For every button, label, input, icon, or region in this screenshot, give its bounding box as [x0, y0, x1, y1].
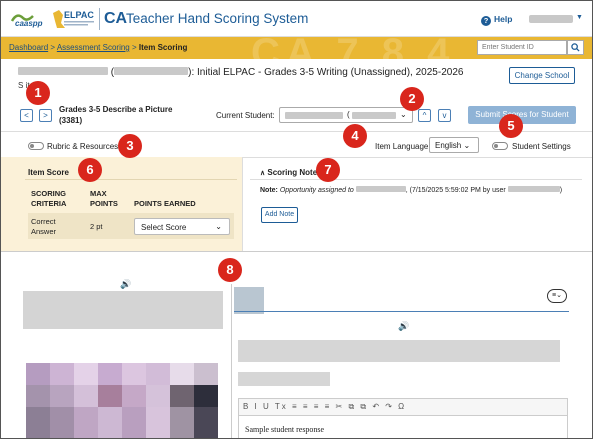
chevron-down-icon: ⌄ [463, 141, 471, 150]
current-student-select[interactable]: ( ⌄ [279, 107, 413, 123]
divider [234, 311, 569, 312]
breadcrumb-assessment-scoring[interactable]: Assessment Scoring [57, 43, 130, 52]
score-select[interactable]: Select Score ⌄ [134, 218, 230, 235]
redacted-student-name [285, 112, 343, 119]
svg-text:caaspp: caaspp [15, 19, 43, 28]
criteria-cell: Correct Answer [31, 217, 57, 236]
breadcrumb-dashboard[interactable]: Dashboard [9, 43, 48, 52]
rubric-toggle[interactable] [28, 142, 44, 150]
add-note-button[interactable]: Add Note [261, 207, 298, 223]
test-title: ): Initial ELPAC - Grades 3-5 Writing (U… [188, 67, 464, 78]
previous-student-button[interactable]: ^ [418, 109, 431, 122]
item-name: Grades 3-5 Describe a Picture (3381) [59, 104, 172, 126]
redacted-question-text [238, 340, 560, 362]
student-select-paren: ( [347, 110, 350, 119]
breadcrumb-separator: > [131, 43, 137, 52]
callout-2: 2 [400, 87, 424, 111]
note-text: Opportunity assigned to [279, 187, 354, 194]
note-close-paren: ) [559, 187, 563, 194]
prompt-picture [26, 363, 218, 438]
caaspp-logo: caaspp [10, 14, 43, 28]
response-editor[interactable]: Sample student response [238, 416, 568, 438]
rubric-label: Rubric & Resources [47, 142, 119, 151]
chevron-up-icon: ∧ [260, 170, 266, 177]
item-language-label: Item Language: [375, 142, 431, 151]
callout-7: 7 [316, 158, 340, 182]
student-settings-toggle[interactable] [492, 142, 508, 150]
redacted-prompt-text [23, 291, 223, 329]
col-header-points-earned: POINTS EARNED [134, 199, 196, 208]
chevron-down-icon: ⌄ [400, 110, 407, 119]
chevron-down-icon[interactable]: ▼ [576, 14, 583, 21]
list-icon[interactable]: ≡⌄ [547, 289, 567, 303]
callout-8: 8 [218, 258, 242, 282]
breadcrumb-separator: > [50, 43, 56, 52]
elpac-logo: ELPAC [53, 10, 94, 28]
logo-divider [99, 8, 100, 30]
item-language-value: English [435, 141, 462, 150]
pane-divider[interactable] [231, 284, 232, 438]
note-prefix: Note: [260, 187, 278, 194]
student-test-heading: (): Initial ELPAC - Grades 3-5 Writing (… [18, 67, 463, 78]
speaker-icon[interactable]: 🔊 [120, 279, 131, 290]
col-header-criteria: SCORING CRITERIA [31, 189, 67, 208]
item-score-title: Item Score [28, 168, 69, 177]
redacted-avatar [234, 287, 264, 314]
breadcrumb: Dashboard > Assessment Scoring > Item Sc… [9, 43, 187, 52]
breadcrumb-current: Item Scoring [138, 43, 188, 52]
help-link[interactable]: ? Help [481, 14, 512, 26]
student-id-search-input[interactable] [477, 40, 567, 55]
svg-text:ELPAC: ELPAC [64, 10, 94, 20]
help-label: Help [494, 14, 513, 24]
search-button[interactable] [567, 40, 584, 55]
app-window: caaspp ELPAC CA Teacher Hand Scoring Sys… [0, 0, 593, 439]
note-timestamp: , (7/15/2025 5:59:02 PM by user [405, 187, 506, 194]
editor-toolbar[interactable]: B I U Tx ≡ ≡ ≡ ≡ ✂ ⧉ ⧉ ↶ ↷ Ω [238, 398, 568, 416]
scoring-notes-label: Scoring Notes [267, 168, 322, 177]
chevron-down-icon: ⌄ [215, 222, 222, 231]
redacted-student-id [352, 112, 396, 119]
redacted-student-id [114, 67, 189, 75]
item-id: (3381) [59, 116, 83, 125]
item-title: Grades 3-5 Describe a Picture [59, 105, 173, 114]
col-header-max-points: MAX POINTS [90, 189, 118, 208]
student-settings-label: Student Settings [512, 142, 571, 151]
change-school-button[interactable]: Change School [509, 67, 575, 84]
next-student-button[interactable]: v [438, 109, 451, 122]
divider [1, 251, 592, 252]
callout-4: 4 [343, 124, 367, 148]
divider [250, 179, 582, 180]
previous-item-button[interactable]: < [20, 109, 33, 122]
max-points-cell: 2 pt [90, 222, 103, 231]
divider [25, 179, 237, 180]
app-title: Teacher Hand Scoring System [126, 11, 309, 26]
search-icon [571, 43, 580, 52]
scoring-note: Note: Opportunity assigned to , (7/15/20… [260, 186, 562, 194]
callout-6: 6 [78, 158, 102, 182]
item-language-select[interactable]: English ⌄ [429, 137, 479, 153]
callout-3: 3 [118, 134, 142, 158]
help-icon: ? [481, 16, 491, 26]
redacted-student-name [355, 186, 406, 192]
redacted-student-name [18, 67, 108, 75]
scoring-notes-title[interactable]: ∧ Scoring Notes [260, 168, 322, 177]
user-menu[interactable] [529, 15, 573, 23]
callout-5: 5 [499, 114, 523, 138]
speaker-icon[interactable]: 🔊 [398, 321, 409, 332]
current-student-label: Current Student: [216, 111, 275, 120]
ca-logo: CA [104, 10, 128, 27]
next-item-button[interactable]: > [39, 109, 52, 122]
redacted-user-name [507, 186, 560, 192]
score-select-value: Select Score [141, 223, 187, 232]
redacted-question-text [238, 372, 330, 386]
callout-1: 1 [26, 81, 50, 105]
